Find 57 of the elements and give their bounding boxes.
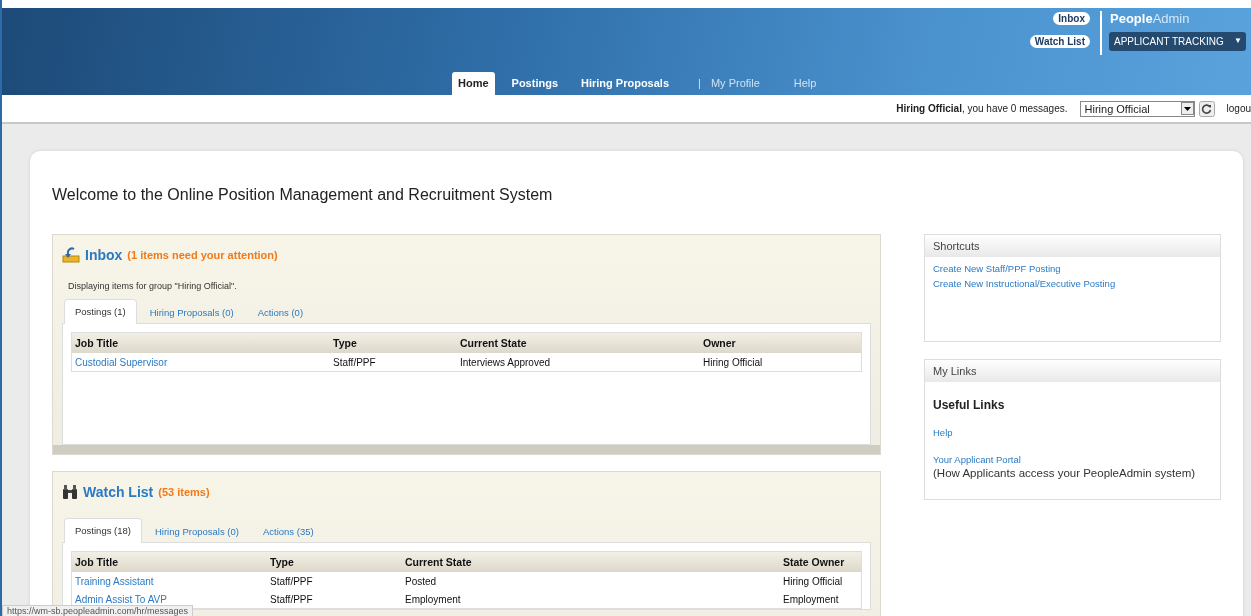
inbox-title: Inbox [85, 247, 123, 263]
role-dropdown[interactable]: Hiring Official [1079, 100, 1195, 117]
nav-tab[interactable]: Home [452, 72, 495, 95]
column-header: Type [333, 337, 358, 349]
link-note: (How Applicants access your PeopleAdmin system) [933, 467, 1196, 479]
tab[interactable]: Hiring Proposals (0) [144, 519, 250, 542]
column-header: State Owner [783, 556, 846, 568]
watch-list-title: Watch List [83, 484, 154, 500]
column-header: Current State [405, 556, 473, 568]
table-cell-text: Employment [783, 593, 840, 605]
nav-tab[interactable]: My Profile [704, 72, 766, 95]
column-header: Type [270, 556, 295, 568]
table-cell-text: Hiring Official [783, 575, 844, 587]
refresh-icon[interactable] [1198, 100, 1215, 117]
table-cell-text: Staff/PPF [333, 356, 377, 368]
useful-link[interactable]: Your Applicant Portal [933, 454, 1021, 465]
quick-link[interactable]: Inbox [1053, 12, 1090, 25]
table-cell-text: Staff/PPF [270, 575, 314, 587]
table-cell-text: Employment [405, 593, 462, 605]
shortcut-link[interactable]: Create New Staff/PPF Posting [933, 263, 1212, 274]
group-note: Displaying items for group "Hiring Official". [67, 280, 238, 291]
item-count: (53 items) [158, 486, 210, 498]
brand-logo: PeopleAdmin [1109, 11, 1191, 26]
column-header: Current State [460, 337, 528, 349]
nav-tab[interactable]: Help [787, 72, 823, 95]
job-title-link[interactable]: Admin Assist To AVP [75, 593, 270, 605]
tab[interactable]: Postings (18) [64, 518, 142, 543]
module-dropdown[interactable]: APPLICANT TRACKING ▼ [1109, 32, 1246, 51]
job-title-link[interactable]: Custodial Supervisor [75, 356, 333, 368]
page-title: Welcome to the Online Position Management and Recruitment System [52, 186, 554, 204]
nav-tab[interactable]: Hiring Proposals [575, 72, 676, 95]
column-header: Job Title [75, 556, 119, 568]
panel-title: Shortcuts [925, 235, 1220, 257]
nav-separator: | [697, 76, 702, 91]
table-cell-text: Hiring Official [703, 356, 764, 368]
section-heading: Useful Links [933, 398, 1006, 412]
binoculars-icon [62, 484, 78, 500]
logout-link[interactable]: logou [1226, 103, 1251, 114]
column-header: Owner [703, 337, 737, 349]
tab[interactable]: Postings (1) [64, 299, 137, 324]
inbox-tray-icon [62, 247, 80, 263]
nav-tab[interactable]: Postings [505, 72, 564, 95]
tab[interactable]: Actions (35) [251, 519, 325, 542]
quick-link[interactable]: Watch List [1029, 35, 1090, 48]
table-cell-text: Staff/PPF [270, 593, 314, 605]
table-cell-text: Posted [405, 575, 438, 587]
panel-title: My Links [925, 360, 1220, 382]
tab[interactable]: Actions (0) [246, 300, 315, 323]
status-url: https://wm-sb.peopleadmin.com/hr/messages [2, 605, 194, 616]
welcome-message: Hiring Official, you have 0 messages. [896, 103, 1068, 114]
job-title-link[interactable]: Training Assistant [75, 575, 270, 587]
column-header: Job Title [75, 337, 119, 349]
table-cell-text: Interviews Approved [460, 356, 552, 368]
tab[interactable]: Hiring Proposals (0) [138, 300, 245, 323]
attention-count: (1 items need your attention) [127, 249, 278, 261]
shortcut-link[interactable]: Create New Instructional/Executive Posting [933, 278, 1212, 289]
useful-link[interactable]: Help [933, 427, 953, 438]
